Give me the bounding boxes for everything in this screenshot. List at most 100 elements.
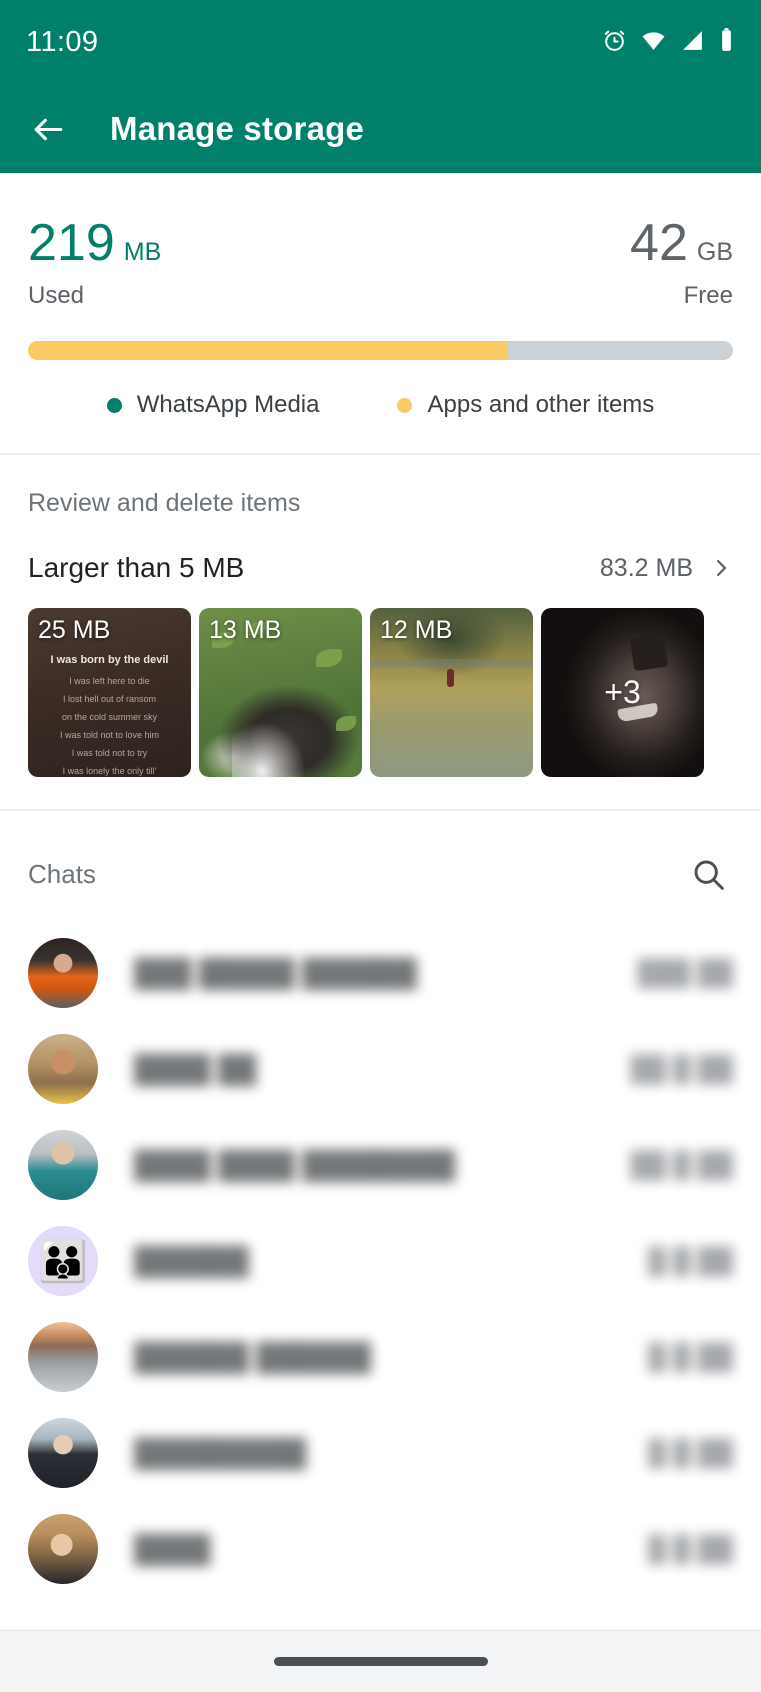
used-storage-block: 219 MB Used [28,217,161,310]
free-storage-block: 42 GB Free [630,217,733,310]
chat-name-wrap: ████ ████ ████████ [98,1150,631,1181]
chat-row[interactable]: ████ ████ ████████ ██ █ ██ [0,1117,761,1213]
chat-row[interactable]: ████ █ █ ██ [0,1501,761,1597]
alarm-icon [602,28,627,58]
larger-than-label: Larger than 5 MB [28,552,245,583]
chat-row[interactable]: ██████ ██████ █ █ ██ [0,1309,761,1405]
legend-dot-icon [397,397,413,413]
free-value: 42 [630,214,688,272]
app-bar: Manage storage [0,85,761,173]
legend-label: WhatsApp Media [136,391,320,418]
chat-name-wrap: ██████ [98,1246,648,1277]
lyric-line: I was left here to die [69,676,150,686]
status-bar: 11:09 [0,0,761,85]
free-unit: GB [696,238,733,266]
chat-list: ███ █████ ██████ ███ ██ ████ ██ ██ █ ██ ████… [0,925,761,1597]
larger-than-meta: 83.2 MB [600,554,733,583]
storage-summary: 219 MB Used 42 GB Free WhatsApp Media Ap… [0,173,761,453]
chat-size: ███ ██ [637,958,733,987]
large-media-thumbnail-strip: I was born by the devil I was left here … [28,608,733,809]
system-navigation-bar [0,1630,761,1692]
legend-dot-icon [106,397,122,413]
storage-progress-fill [28,341,508,360]
avatar [28,1034,98,1104]
chat-name: ████ [134,1533,211,1564]
chat-name-wrap: ████ [98,1534,648,1565]
lyric-line: I was lonely the only till' [62,765,157,776]
lyric-line: I lost hell out of ransom [62,693,157,704]
battery-icon [718,27,735,58]
storage-legend: WhatsApp Media Apps and other items [28,391,733,419]
avatar: 👪 [28,1226,98,1296]
status-time: 11:09 [26,26,99,58]
chat-name: ██████ [134,1245,249,1276]
chat-size: ██ █ ██ [630,1054,733,1083]
chat-size: █ █ ██ [648,1438,733,1467]
chat-size: █ █ ██ [648,1534,733,1563]
photo-detail [335,716,356,732]
avatar [28,1514,98,1584]
media-thumbnail[interactable]: 13 MB [199,608,362,777]
chat-size: █ █ ██ [648,1342,733,1371]
larger-than-size: 83.2 MB [599,553,693,582]
larger-than-5mb-row[interactable]: Larger than 5 MB 83.2 MB [28,552,733,584]
chat-name-wrap: █████████ [98,1438,648,1469]
avatar-image [28,1034,98,1104]
avatar [28,938,98,1008]
avatar-image [28,1130,98,1200]
avatar-image [28,1418,98,1488]
chat-name: ███ █████ ██████ [134,957,417,988]
avatar-image [28,1514,98,1584]
back-arrow-icon[interactable] [26,107,70,151]
photo-detail [231,719,307,777]
lyric-line: I was told not to love him [59,729,160,740]
chevron-right-icon [709,556,733,580]
media-thumbnail-more[interactable]: +3 [541,608,704,777]
wifi-icon [640,28,667,58]
avatar-image: 👪 [28,1226,98,1296]
legend-item-whatsapp-media: WhatsApp Media [106,391,320,419]
lyric-line: I was born by the devil [50,654,169,666]
used-label: Used [28,282,85,309]
chat-name: ██████ ██████ [134,1341,372,1372]
lyric-line: I was told not to try [71,747,148,758]
avatar [28,1130,98,1200]
review-and-delete-section: Review and delete items Larger than 5 MB… [0,455,761,809]
legend-label: Apps and other items [427,391,655,418]
chat-name-wrap: ███ █████ ██████ [98,958,637,989]
thumbnail-size-label: 25 MB [38,616,111,644]
storage-progress-bar [28,341,733,360]
chat-row[interactable]: 👪 ██████ █ █ ██ [0,1213,761,1309]
chat-size: ██ █ ██ [630,1150,733,1179]
chat-name-wrap: ██████ ██████ [98,1342,648,1373]
page-title: Manage storage [110,110,365,147]
chat-name: █████████ [134,1437,307,1468]
free-label: Free [683,282,733,309]
chat-row[interactable]: ███ █████ ██████ ███ ██ [0,925,761,1021]
home-gesture-pill[interactable] [273,1657,488,1666]
avatar [28,1322,98,1392]
used-value: 219 [28,214,115,272]
lyric-line: on the cold summer sky [61,711,158,722]
chat-row[interactable]: █████████ █ █ ██ [0,1405,761,1501]
storage-figures: 219 MB Used 42 GB Free [28,217,733,310]
status-icon-group [602,27,735,58]
chats-title: Chats [28,858,96,889]
media-thumbnail[interactable]: I was born by the devil I was left here … [28,608,191,777]
chat-name: ████ ████ ████████ [134,1149,456,1180]
signal-icon [680,28,705,58]
photo-detail [370,658,533,667]
avatar-image [28,1322,98,1392]
thumbnail-size-label: 12 MB [380,616,453,644]
avatar [28,1418,98,1488]
thumbnail-size-label: 13 MB [209,616,282,644]
photo-detail [446,668,454,687]
chat-name: ████ ██ [134,1053,257,1084]
search-icon[interactable] [683,849,733,899]
used-unit: MB [123,238,162,266]
photo-detail [316,648,343,667]
avatar-image [28,938,98,1008]
media-thumbnail[interactable]: 12 MB [370,608,533,777]
chat-row[interactable]: ████ ██ ██ █ ██ [0,1021,761,1117]
more-media-count: +3 [604,674,641,710]
